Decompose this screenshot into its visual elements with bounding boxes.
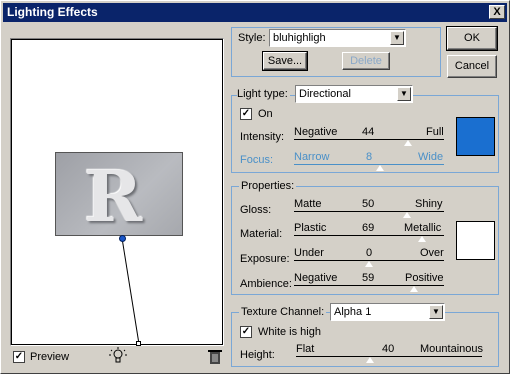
close-button[interactable]: X bbox=[489, 5, 505, 19]
gloss-slider[interactable] bbox=[294, 197, 444, 219]
ambience-track bbox=[294, 285, 444, 286]
preview-label: Preview bbox=[30, 351, 70, 363]
save-button[interactable]: Save... bbox=[262, 51, 308, 71]
white-is-high-label: White is high bbox=[258, 326, 321, 338]
height-track bbox=[296, 356, 482, 357]
light-on-checkbox[interactable]: ✓ bbox=[240, 108, 252, 120]
exposure-thumb[interactable] bbox=[364, 260, 374, 268]
intensity-track bbox=[294, 139, 444, 140]
light-direction-line bbox=[121, 237, 140, 345]
gloss-thumb[interactable] bbox=[401, 211, 412, 219]
height-label: Height: bbox=[240, 349, 275, 361]
material-slider[interactable] bbox=[294, 221, 444, 243]
intensity-slider[interactable] bbox=[294, 125, 444, 147]
focus-label: Focus: bbox=[240, 154, 274, 166]
window-title: Lighting Effects bbox=[7, 5, 98, 19]
light-type-value: Directional bbox=[299, 88, 351, 100]
focus-track bbox=[294, 164, 444, 165]
style-value: bluhighligh bbox=[273, 32, 326, 44]
ambience-thumb[interactable] bbox=[409, 285, 419, 293]
intensity-label: Intensity: bbox=[240, 131, 285, 143]
trash-icon[interactable] bbox=[207, 348, 223, 365]
light-on-label: On bbox=[258, 108, 273, 120]
material-label: Material: bbox=[240, 228, 283, 240]
white-is-high-checkbox[interactable]: ✓ bbox=[240, 326, 252, 338]
light-type-select[interactable]: Directional ▼ bbox=[295, 85, 413, 103]
texture-channel-label: Texture Channel: bbox=[239, 306, 327, 318]
gloss-label: Gloss: bbox=[240, 204, 272, 216]
preview-canvas[interactable]: R bbox=[11, 39, 223, 346]
height-slider[interactable] bbox=[296, 342, 482, 364]
material-color-swatch[interactable] bbox=[456, 221, 495, 260]
texture-channel-select[interactable]: Alpha 1 ▼ bbox=[330, 303, 445, 321]
lightbulb-icon[interactable] bbox=[109, 347, 127, 365]
light-type-label: Light type: bbox=[237, 88, 290, 100]
focus-thumb[interactable] bbox=[374, 164, 385, 172]
chevron-down-icon: ▼ bbox=[390, 31, 404, 45]
ambience-label: Ambience: bbox=[240, 278, 292, 290]
material-thumb[interactable] bbox=[416, 235, 427, 243]
light-color-swatch[interactable] bbox=[456, 117, 495, 156]
properties-label: Properties: bbox=[239, 180, 297, 192]
intensity-thumb[interactable] bbox=[403, 139, 413, 147]
lighting-effects-dialog: Lighting Effects X R ✓ Preview Style: bl… bbox=[0, 0, 510, 374]
texture-channel-value: Alpha 1 bbox=[334, 306, 372, 318]
focus-slider[interactable] bbox=[294, 150, 444, 172]
ok-button[interactable]: OK bbox=[446, 26, 498, 51]
close-icon: X bbox=[493, 6, 501, 18]
chevron-down-icon: ▼ bbox=[429, 305, 443, 319]
preview-area[interactable]: R bbox=[10, 38, 224, 346]
preview-checkbox[interactable]: ✓ bbox=[13, 351, 25, 363]
cancel-button[interactable]: Cancel bbox=[447, 55, 497, 78]
ambience-slider[interactable] bbox=[294, 271, 444, 293]
style-label: Style: bbox=[238, 32, 266, 44]
height-thumb[interactable] bbox=[365, 356, 376, 364]
delete-button[interactable]: Delete bbox=[342, 52, 390, 70]
light-target-handle[interactable] bbox=[136, 341, 141, 346]
style-select[interactable]: bluhighligh ▼ bbox=[269, 29, 406, 47]
chevron-down-icon: ▼ bbox=[397, 87, 411, 101]
light-source-handle[interactable] bbox=[119, 235, 126, 242]
exposure-label: Exposure: bbox=[240, 253, 290, 265]
gloss-track bbox=[294, 211, 444, 212]
exposure-slider[interactable] bbox=[294, 246, 444, 268]
title-bar: Lighting Effects X bbox=[3, 3, 507, 22]
